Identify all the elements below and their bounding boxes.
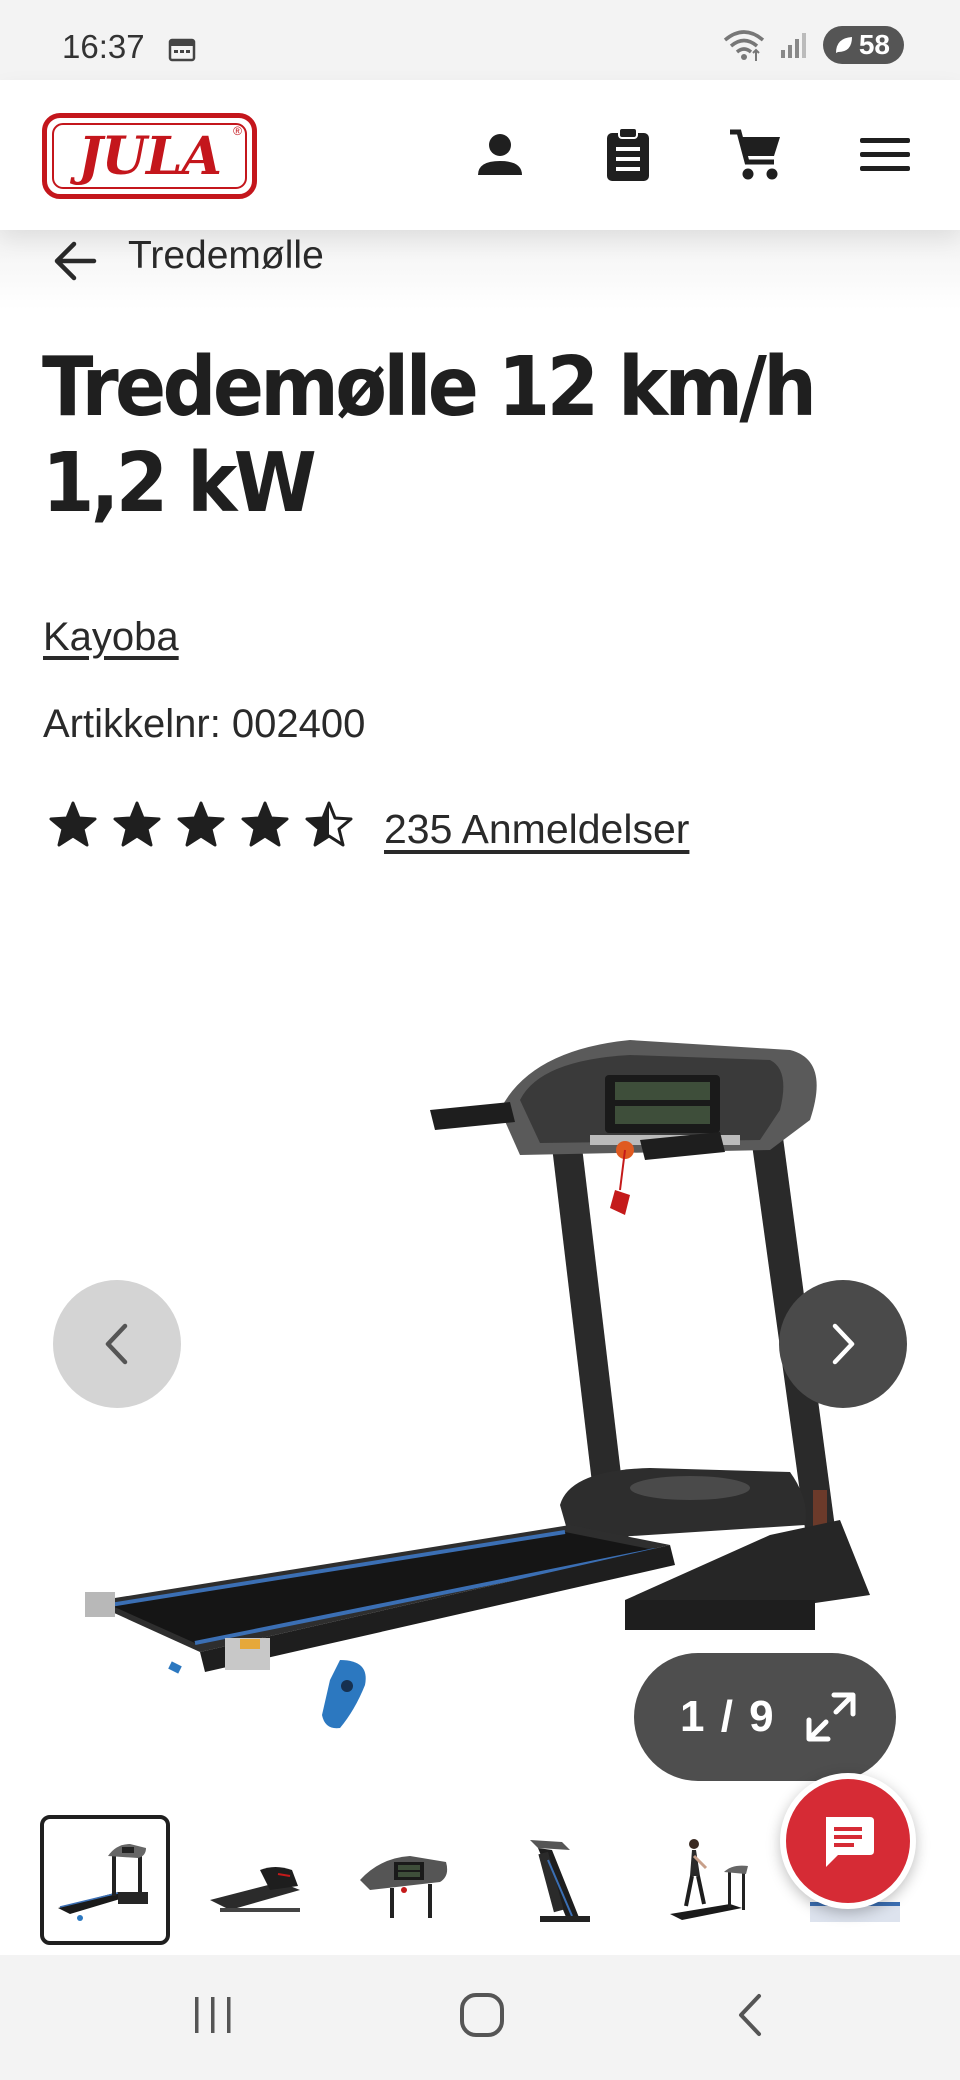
thumbnail-1[interactable] bbox=[40, 1815, 170, 1945]
chevron-left-icon bbox=[105, 1323, 128, 1365]
battery-level: 58 bbox=[858, 29, 890, 60]
menu-button[interactable] bbox=[855, 125, 915, 185]
product-image bbox=[85, 1040, 870, 1729]
thumbnail-2[interactable] bbox=[190, 1815, 320, 1945]
recent-apps-button[interactable] bbox=[178, 1985, 248, 2045]
star-full-icon bbox=[177, 801, 225, 847]
recent-apps-icon bbox=[195, 1997, 231, 2033]
shopping-list-button[interactable] bbox=[598, 125, 658, 185]
leaf-icon bbox=[835, 37, 852, 53]
star-full-icon bbox=[113, 801, 161, 847]
back-arrow-icon[interactable] bbox=[50, 236, 100, 286]
image-counter-fullscreen-button[interactable]: 1 / 9 bbox=[634, 1653, 896, 1781]
article-number: Artikkelnr: 002400 bbox=[43, 702, 366, 746]
home-button[interactable] bbox=[447, 1985, 517, 2045]
chevron-right-icon bbox=[832, 1323, 855, 1365]
product-gallery[interactable]: 1 / 9 bbox=[0, 930, 960, 1790]
image-counter: 1 / 9 bbox=[680, 1692, 776, 1741]
cart-button[interactable] bbox=[726, 125, 786, 185]
thumbnail-4[interactable] bbox=[490, 1815, 620, 1945]
system-back-icon bbox=[739, 1994, 761, 2036]
system-back-button[interactable] bbox=[716, 1985, 786, 2045]
product-title: Tredemølle 12 km/h 1,2 kW bbox=[42, 340, 817, 531]
site-header: JULA ® bbox=[0, 80, 960, 230]
calendar-icon bbox=[168, 38, 196, 62]
thumbnail-image bbox=[58, 1844, 148, 1921]
thumbnail-3[interactable] bbox=[340, 1815, 470, 1945]
thumbnail-image bbox=[670, 1839, 748, 1920]
star-full-icon bbox=[241, 801, 289, 847]
brand-link[interactable]: Kayoba bbox=[43, 615, 179, 660]
account-icon bbox=[478, 134, 522, 175]
thumbnail-image bbox=[530, 1840, 590, 1922]
thumbnail-image bbox=[210, 1867, 300, 1912]
breadcrumb-label[interactable]: Tredemølle bbox=[128, 234, 324, 278]
logo-registered-mark: ® bbox=[233, 124, 242, 138]
chat-button[interactable] bbox=[780, 1773, 916, 1909]
next-image-button[interactable] bbox=[779, 1280, 907, 1408]
expand-icon bbox=[806, 1692, 856, 1742]
thumbnail-5[interactable] bbox=[640, 1815, 770, 1945]
jula-logo[interactable]: JULA ® bbox=[42, 113, 257, 199]
home-icon bbox=[460, 1993, 504, 2037]
logo-text: JULA bbox=[78, 125, 222, 187]
breadcrumb[interactable]: Tredemølle bbox=[0, 230, 960, 310]
status-bar: 16:37 58 bbox=[0, 0, 960, 80]
battery-indicator: 58 bbox=[822, 26, 904, 64]
star-full-icon bbox=[49, 801, 97, 847]
previous-image-button[interactable] bbox=[53, 1280, 181, 1408]
star-half-icon bbox=[305, 801, 353, 847]
shopping-list-icon bbox=[607, 127, 649, 181]
chat-icon bbox=[826, 1817, 874, 1867]
system-navigation-bar bbox=[0, 1955, 960, 2080]
account-button[interactable] bbox=[470, 125, 530, 185]
stars-container bbox=[48, 800, 354, 850]
thumbnail-image bbox=[360, 1856, 448, 1918]
cart-icon bbox=[730, 129, 780, 180]
menu-icon bbox=[860, 138, 910, 171]
reviews-link[interactable]: 235 Anmeldelser bbox=[384, 806, 689, 853]
rating-stars[interactable] bbox=[48, 800, 354, 850]
signal-icon bbox=[780, 33, 806, 58]
status-time: 16:37 bbox=[62, 28, 145, 65]
wifi-icon bbox=[723, 30, 764, 61]
